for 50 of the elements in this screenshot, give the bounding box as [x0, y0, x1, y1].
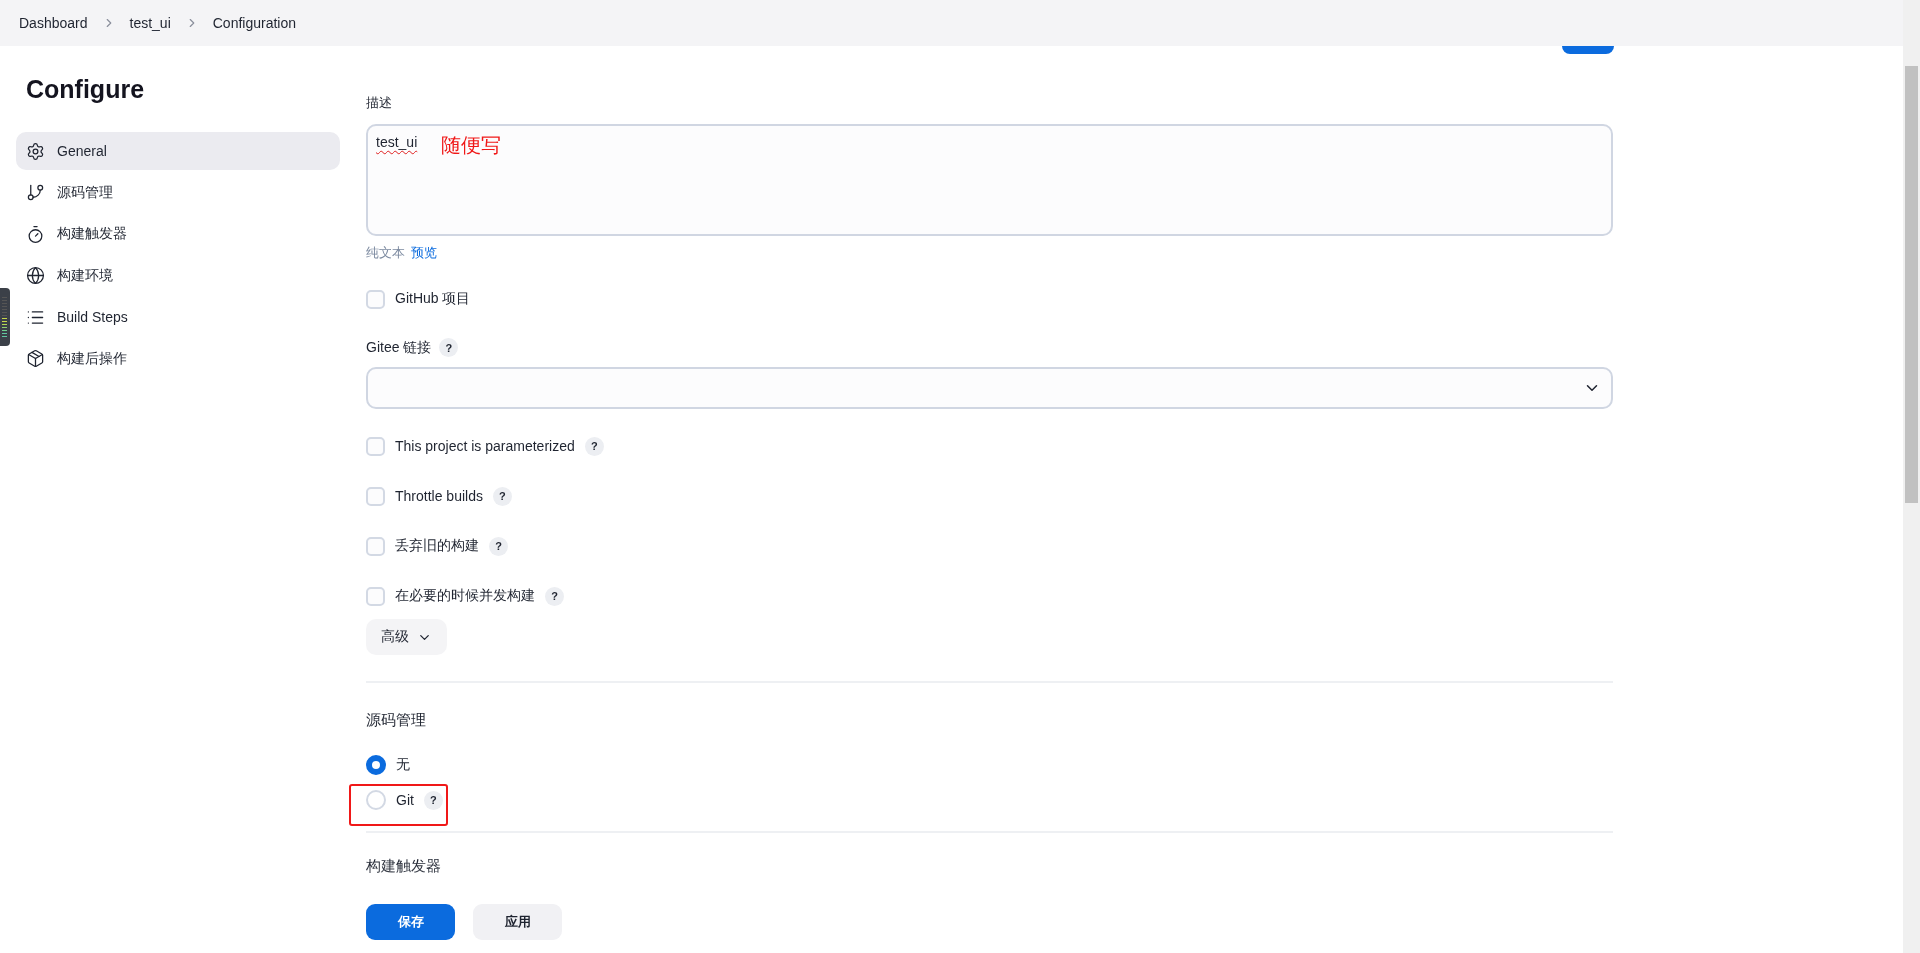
checkbox[interactable] [366, 486, 385, 506]
help-badge[interactable]: ? [584, 436, 604, 456]
scrollbar-thumb[interactable] [1905, 66, 1918, 503]
checkbox[interactable] [366, 536, 385, 556]
checkbox-label: 在必要的时候并发构建 [395, 587, 535, 605]
checkbox-label: 丢弃旧的构建 [395, 537, 479, 555]
settings-icon [26, 141, 45, 161]
save-button[interactable]: 保存 [366, 904, 455, 940]
checkbox-label: Throttle builds [395, 488, 483, 504]
help-badge[interactable]: ? [492, 486, 512, 506]
checkbox-label: GitHub 项目 [395, 290, 471, 308]
globe-icon [26, 266, 45, 285]
help-badge[interactable]: ? [545, 586, 564, 606]
breadcrumb-link[interactable]: test_ui [129, 15, 171, 31]
scrollbar[interactable] [1903, 0, 1920, 953]
format-link[interactable]: 纯文本 [366, 244, 405, 262]
sidebar-item[interactable]: 构建后操作 [16, 339, 340, 378]
format-link[interactable]: 预览 [411, 244, 437, 262]
description-field[interactable]: test_ui 随便写 [366, 124, 1613, 236]
annotation-text: 随便写 [441, 134, 502, 156]
checkbox[interactable] [366, 586, 385, 606]
advanced-button[interactable]: 高级 [366, 619, 447, 655]
radio-label: 无 [396, 756, 410, 774]
breadcrumb-link[interactable]: Dashboard [19, 15, 88, 31]
meter-widget[interactable] [0, 288, 10, 346]
field-label: Gitee 链接 [366, 338, 432, 357]
sidebar-item[interactable]: 构建触发器 [16, 215, 340, 253]
help-badge[interactable]: ? [423, 790, 443, 810]
timer-icon [26, 224, 45, 244]
sidebar-item[interactable]: 构建环境 [16, 256, 340, 295]
sidebar-item[interactable]: 源码管理 [16, 173, 340, 212]
breadcrumb-link[interactable]: Configuration [212, 15, 297, 31]
checkbox-label: This project is parameterized [395, 438, 575, 454]
toggle-switch[interactable] [1562, 46, 1614, 54]
radio-button[interactable] [366, 755, 386, 775]
box-icon [26, 349, 45, 368]
checkbox[interactable] [366, 289, 385, 309]
branch-icon [26, 183, 45, 202]
sidebar-item[interactable]: Build Steps [16, 298, 340, 336]
page-title: Configure [26, 74, 146, 105]
radio-label: Git [396, 792, 414, 808]
help-badge[interactable]: ? [489, 536, 508, 556]
section-heading: 构建触发器 [366, 857, 442, 876]
dropdown-field[interactable] [366, 367, 1613, 409]
help-badge[interactable]: ? [439, 338, 459, 357]
field-label: 描述 [366, 94, 393, 112]
section-heading: 源码管理 [366, 711, 427, 730]
apply-button[interactable]: 应用 [473, 904, 562, 940]
checkbox[interactable] [366, 436, 385, 456]
sidebar-item[interactable]: General [16, 132, 340, 170]
